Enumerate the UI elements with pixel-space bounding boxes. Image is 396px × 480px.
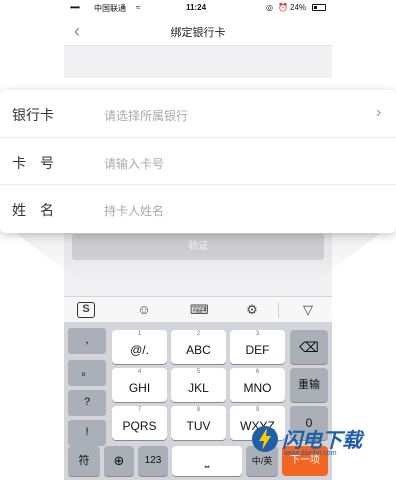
cardholder-input[interactable]: 持卡人姓名	[104, 202, 164, 219]
sogou-logo-icon[interactable]: S	[77, 302, 95, 318]
key-2[interactable]: 2 ABC	[171, 330, 226, 364]
key-5-letters: JKL	[188, 381, 209, 395]
globe-icon[interactable]: ⊕	[104, 446, 134, 476]
key-9-number: 9	[255, 407, 260, 413]
key-5[interactable]: 5 JKL	[171, 368, 226, 402]
key-5-number: 5	[196, 369, 201, 375]
key-1[interactable]: 1 @/.	[112, 330, 167, 364]
question-key[interactable]: ?	[68, 390, 106, 416]
cardholder-label: 姓 名	[12, 202, 54, 218]
alarm-icon: ⏰	[278, 3, 288, 12]
key-6-number: 6	[255, 369, 260, 375]
keyboard-icon[interactable]: ⌨	[190, 302, 209, 318]
nav-bar: ‹ 绑定银行卡	[64, 16, 332, 46]
key-1-number: 1	[137, 331, 142, 337]
card-number-input[interactable]: 请输入卡号	[104, 155, 164, 172]
hide-keyboard-icon[interactable]: ▽	[300, 302, 316, 318]
signal-icon: •••••	[70, 3, 80, 12]
emoji-icon[interactable]: ☺	[136, 302, 152, 318]
key-4-number: 4	[137, 369, 142, 375]
language-switch-key[interactable]: 中/英	[246, 446, 278, 476]
bank-card-form: 银行卡 请选择所属银行 › 卡 号 请输入卡号 姓 名 持卡人姓名	[0, 90, 396, 233]
key-7-letters: PQRS	[122, 419, 157, 433]
key-8-number: 8	[196, 407, 201, 413]
space-key[interactable]: ⎵	[172, 446, 242, 476]
battery-icon	[312, 4, 326, 11]
battery-percent: 24%	[290, 3, 307, 12]
carrier-label: 中国联通	[94, 4, 126, 13]
status-bar: ••••• 中国联通 ≈ 11:24 ◎ ⏰ 24%	[64, 0, 332, 16]
key-4[interactable]: 4 GHI	[112, 368, 167, 402]
key-2-number: 2	[196, 331, 201, 337]
chevron-right-icon: ›	[376, 104, 382, 121]
delete-key[interactable]: ⌫	[290, 330, 328, 364]
zero-key[interactable]: 0	[290, 406, 328, 440]
bank-select-row[interactable]: 银行卡 请选择所属银行 ›	[0, 90, 396, 137]
key-9-letters: WXYZ	[240, 419, 275, 433]
settings-icon[interactable]: ⚙	[244, 302, 260, 318]
key-6-letters: MNO	[243, 381, 272, 395]
reenter-key[interactable]: 重输	[290, 368, 328, 402]
key-7-number: 7	[137, 407, 142, 413]
keyboard-toolbar: S ☺ ⌨ ⚙ ▽	[64, 296, 332, 322]
key-1-letters: @/.	[130, 343, 149, 357]
bank-label: 银行卡	[12, 107, 54, 123]
rotation-lock-icon: ◎	[266, 3, 273, 12]
key-4-letters: GHI	[128, 381, 151, 395]
numbers-key[interactable]: 123	[138, 446, 168, 476]
key-9[interactable]: 9 WXYZ	[230, 406, 285, 440]
clock: 11:24	[186, 3, 207, 12]
bank-select[interactable]: 请选择所属银行	[104, 107, 188, 124]
key-3-letters: DEF	[245, 343, 270, 357]
key-8[interactable]: 8 TUV	[171, 406, 226, 440]
wifi-icon: ≈	[136, 3, 141, 12]
keyboard: , 。 ? ! 1 @/. 2 ABC 3 DEF ⌫ 4 GHI 5 JKL …	[64, 322, 332, 480]
key-6[interactable]: 6 MNO	[230, 368, 285, 402]
key-3-number: 3	[255, 331, 260, 337]
key-7[interactable]: 7 PQRS	[112, 406, 167, 440]
toolbar-divider	[278, 302, 279, 318]
exclamation-key[interactable]: !	[68, 420, 106, 446]
key-3[interactable]: 3 DEF	[230, 330, 285, 364]
key-8-letters: TUV	[186, 419, 211, 433]
key-2-letters: ABC	[186, 343, 211, 357]
symbols-key[interactable]: 符	[68, 446, 100, 476]
page-title: 绑定银行卡	[170, 27, 226, 39]
card-number-label: 卡 号	[12, 155, 54, 171]
card-number-row: 卡 号 请输入卡号	[0, 137, 396, 184]
next-field-key[interactable]: 下一项	[282, 446, 328, 476]
cardholder-row: 姓 名 持卡人姓名	[0, 184, 396, 231]
comma-key[interactable]: ,	[68, 328, 106, 354]
period-key[interactable]: 。	[68, 360, 106, 386]
